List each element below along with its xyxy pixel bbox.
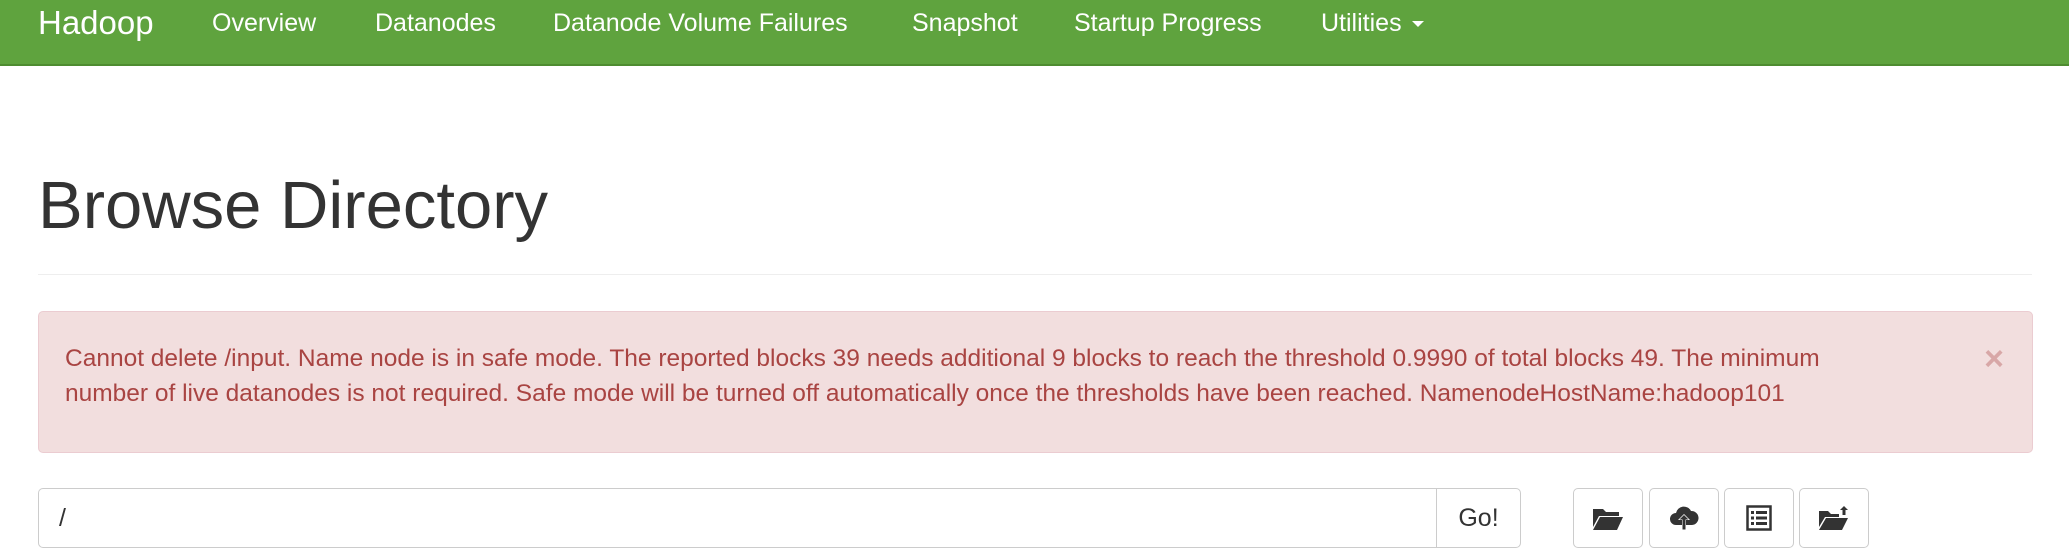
nav-snapshot[interactable]: Snapshot xyxy=(912,0,1018,46)
alert-message-line-2: number of live datanodes is not required… xyxy=(65,380,1785,407)
alert-message-line-1: Cannot delete /input. Name node is in sa… xyxy=(65,345,1820,372)
folder-open-icon xyxy=(1592,505,1624,531)
list-icon xyxy=(1746,505,1772,531)
nav-utilities-dropdown[interactable]: Utilities xyxy=(1321,0,1424,46)
navbar: Hadoop Overview Datanodes Datanode Volum… xyxy=(0,0,2069,66)
close-icon[interactable]: × xyxy=(1984,342,2004,376)
error-alert: Cannot delete /input. Name node is in sa… xyxy=(38,311,2033,453)
nav-utilities-label: Utilities xyxy=(1321,9,1402,37)
cloud-upload-icon xyxy=(1669,505,1699,531)
upload-files-button[interactable] xyxy=(1649,488,1719,548)
directory-path-input[interactable] xyxy=(38,488,1436,548)
brand-link[interactable]: Hadoop xyxy=(38,0,154,46)
folder-upload-icon xyxy=(1818,505,1850,531)
caret-down-icon xyxy=(1411,21,1424,28)
go-button[interactable]: Go! xyxy=(1436,488,1521,548)
header-divider xyxy=(38,274,2032,275)
cut-paste-button[interactable] xyxy=(1724,488,1794,548)
page-title: Browse Directory xyxy=(38,168,549,243)
nav-datanodes[interactable]: Datanodes xyxy=(375,0,496,46)
alert-message: Cannot delete /input. Name node is in sa… xyxy=(65,341,2020,411)
nav-overview[interactable]: Overview xyxy=(212,0,316,46)
nav-datanode-volume-failures[interactable]: Datanode Volume Failures xyxy=(553,0,848,46)
move-folder-button[interactable] xyxy=(1799,488,1869,548)
create-directory-button[interactable] xyxy=(1573,488,1643,548)
nav-startup-progress[interactable]: Startup Progress xyxy=(1074,0,1262,46)
